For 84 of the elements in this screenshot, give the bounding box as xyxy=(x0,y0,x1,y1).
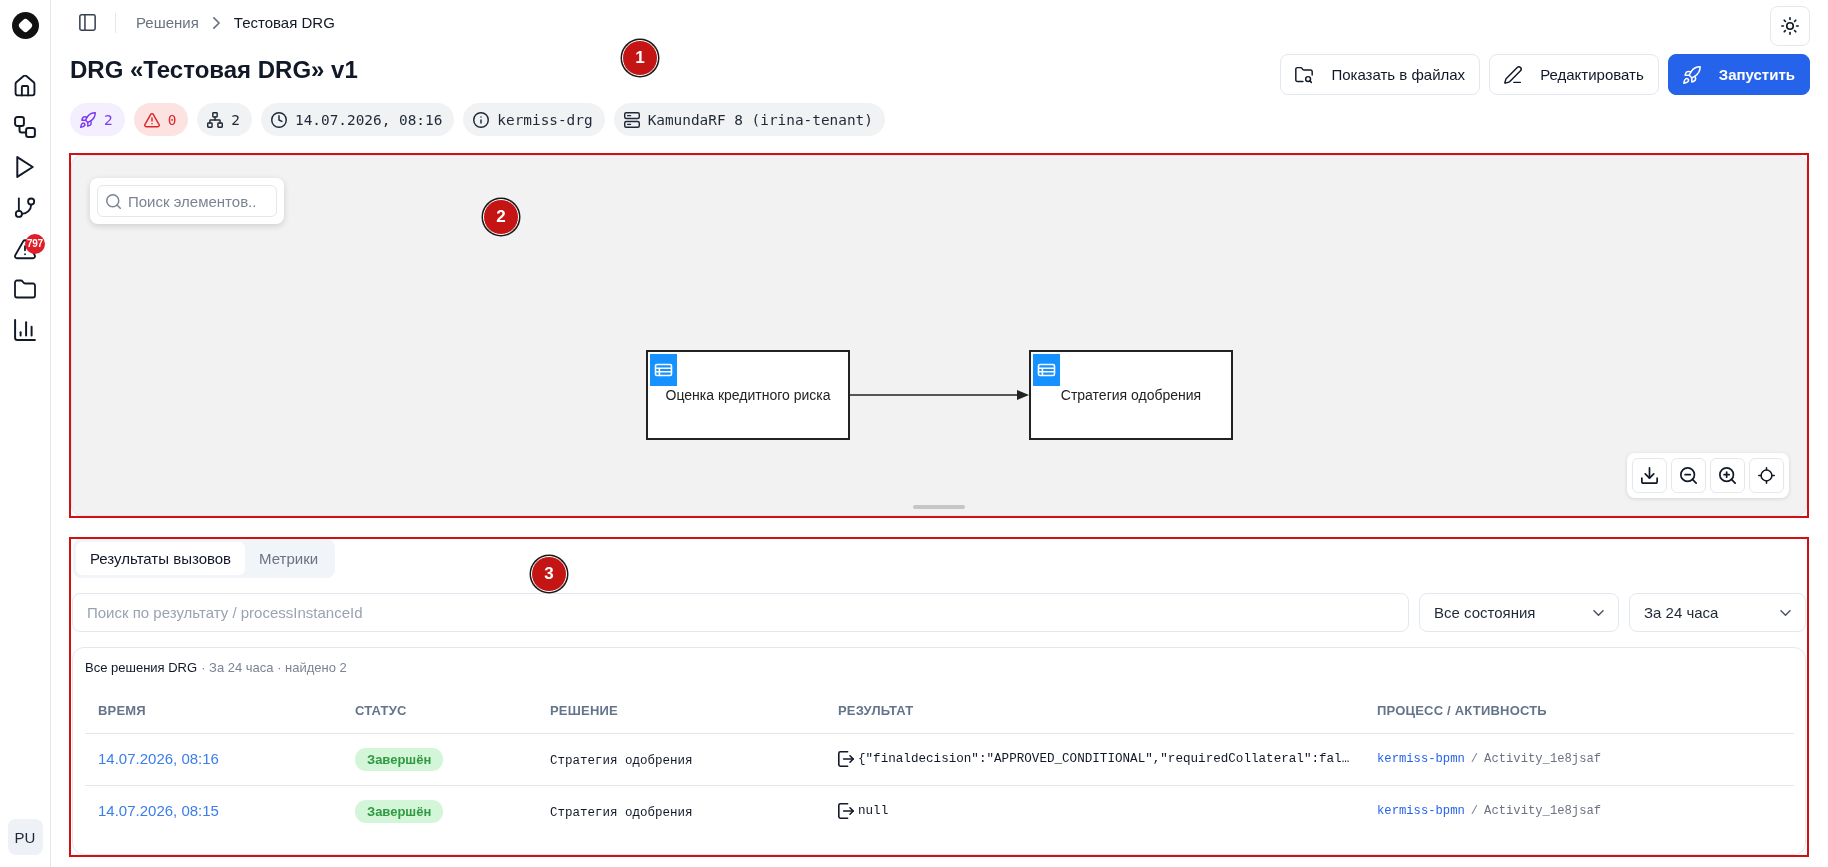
zoom-out-icon xyxy=(1680,467,1697,484)
folder-icon[interactable] xyxy=(14,278,36,301)
node-label: Стратегия одобрения xyxy=(1060,387,1202,403)
process-link[interactable]: kermiss-bpmn xyxy=(1377,752,1465,766)
filter-dropdown[interactable]: Все состояния xyxy=(1419,593,1619,632)
rocket-icon xyxy=(1682,65,1701,84)
activity-id: Activity_1e8jsaf xyxy=(1484,752,1602,766)
path-separator: / xyxy=(1470,752,1479,766)
resize-handle[interactable] xyxy=(913,505,965,509)
error-count: 0 xyxy=(167,111,177,128)
time-link[interactable]: 14.07.2026, 08:15 xyxy=(98,802,219,820)
download-button[interactable] xyxy=(1632,458,1667,493)
workflow-icon[interactable] xyxy=(14,115,36,138)
sun-icon xyxy=(1781,17,1799,35)
hierarchy-icon xyxy=(207,111,224,128)
table-icon xyxy=(650,354,677,386)
chevron-down-icon xyxy=(1780,609,1791,616)
zoom-in-button[interactable] xyxy=(1710,458,1745,493)
annotation-marker: 2 xyxy=(483,199,519,235)
result-search-field[interactable]: Поиск по результату / processInstanceId xyxy=(72,593,1409,632)
search-icon xyxy=(106,193,121,209)
status-tag: Завершён xyxy=(355,747,444,771)
box-arrow-icon xyxy=(838,751,854,767)
decision-node[interactable]: Стратегия одобрения xyxy=(1029,350,1233,440)
status-tag: Завершён xyxy=(355,799,444,823)
summary-title: Все решения DRG xyxy=(85,659,198,675)
column-header: ПРОЦЕСС / АКТИВНОСТЬ xyxy=(1377,702,1547,718)
show-in-files-button[interactable]: Показать в файлах xyxy=(1280,54,1481,95)
notification-count: 797 xyxy=(25,233,45,254)
result-value: {"finaldecision":"APPROVED_CONDITIONAL","requiredCollateral":fal… xyxy=(858,752,1350,766)
column-header: ВРЕМЯ xyxy=(98,702,146,718)
server-icon xyxy=(623,111,640,128)
decision-node[interactable]: Оценка кредитного риска xyxy=(646,350,850,440)
filter-dropdown[interactable]: За 24 часа xyxy=(1629,593,1806,632)
annotation-marker: 1 xyxy=(622,40,658,76)
bar-chart-icon[interactable] xyxy=(14,318,36,341)
user-avatar[interactable]: PU xyxy=(7,819,43,855)
rocket-icon xyxy=(80,111,96,128)
annotation-marker: 3 xyxy=(531,556,567,592)
recenter-button[interactable] xyxy=(1749,458,1784,493)
pencil-icon xyxy=(1504,65,1523,84)
column-header: РЕШЕНИЕ xyxy=(550,702,618,718)
column-header: СТАТУС xyxy=(355,702,407,718)
decision-name: Стратегия одобрения xyxy=(550,754,693,768)
path-separator: / xyxy=(1470,804,1479,819)
page-title: DRG «Тестовая DRG» v1 xyxy=(70,56,358,84)
engine-name: KamundaRF 8 (irina-tenant) xyxy=(647,111,873,128)
process-link[interactable]: kermiss-bpmn xyxy=(1377,804,1465,819)
deploy-date: 14.07.2026, 08:16 xyxy=(295,111,443,128)
tab[interactable]: Метрики xyxy=(245,542,333,575)
tab[interactable]: Результаты вызовов xyxy=(76,542,246,575)
activity-id: Activity_1e8jsaf xyxy=(1484,804,1602,819)
branch-icon[interactable] xyxy=(14,196,36,219)
summary-meta: · За 24 часа · найдено 2 xyxy=(201,659,347,675)
launch-count: 2 xyxy=(104,111,113,128)
table-icon xyxy=(1033,354,1060,386)
download-icon xyxy=(1641,467,1658,484)
play-icon[interactable] xyxy=(14,156,36,179)
folder-search-icon xyxy=(1295,65,1314,84)
node-label: Оценка кредитного риска xyxy=(665,387,831,403)
decision-key: kermiss-drg xyxy=(497,111,593,128)
app-logo[interactable] xyxy=(11,12,39,39)
result-value: null xyxy=(858,804,889,819)
node-count: 2 xyxy=(231,111,240,128)
box-arrow-icon xyxy=(838,803,854,820)
info-icon xyxy=(473,111,490,128)
decision-name: Стратегия одобрения xyxy=(550,806,693,821)
chevron-right-icon xyxy=(212,16,220,29)
time-link[interactable]: 14.07.2026, 08:16 xyxy=(98,750,219,767)
breadcrumb-current: Тестовая DRG xyxy=(233,14,335,31)
element-search-field[interactable]: Поиск элементов.. xyxy=(97,185,277,217)
column-header: РЕЗУЛЬТАТ xyxy=(838,702,914,718)
zoom-in-icon xyxy=(1719,467,1736,484)
edit-button[interactable]: Редактировать xyxy=(1489,54,1659,95)
theme-toggle-button[interactable] xyxy=(1770,6,1810,46)
breadcrumb-link[interactable]: Решения xyxy=(136,14,199,31)
house-icon[interactable] xyxy=(14,75,36,97)
sidebar-panel-icon[interactable] xyxy=(79,14,96,31)
crosshair-icon xyxy=(1758,467,1775,484)
warning-icon xyxy=(143,111,160,128)
launch-button[interactable]: Запустить xyxy=(1667,54,1810,95)
clock-icon xyxy=(271,111,287,128)
chevron-down-icon xyxy=(1593,609,1604,616)
zoom-out-button[interactable] xyxy=(1671,458,1706,493)
